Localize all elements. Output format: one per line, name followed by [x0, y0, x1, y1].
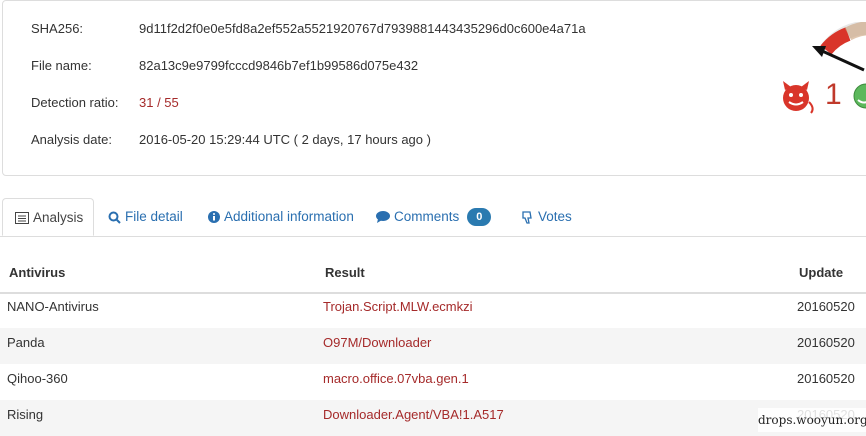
detection-result: Downloader.Agent/VBA!1.A517: [323, 407, 504, 422]
sha256-label: SHA256:: [31, 21, 84, 36]
info-icon: [208, 211, 220, 224]
antivirus-name: Qihoo-360: [7, 371, 68, 386]
antivirus-name: NANO-Antivirus: [7, 299, 99, 314]
tab-additional-information[interactable]: Additional information: [208, 198, 354, 236]
devil-face-icon: [783, 81, 814, 114]
table-row: Qihoo-360 macro.office.07vba.gen.1 20160…: [0, 364, 866, 400]
results-table-header: Antivirus Result Update: [0, 254, 866, 294]
sha256-value: 9d11f2d2f0e0e5fd8a2ef552a5521920767d7939…: [139, 21, 586, 36]
detection-result: O97M/Downloader: [323, 335, 432, 350]
tab-votes-label: Votes: [538, 209, 572, 224]
update-date: 20160520: [797, 335, 855, 350]
tab-additional-information-label: Additional information: [224, 209, 354, 224]
analysis-tabs: Analysis File detail Additional informat…: [0, 198, 866, 237]
file-summary-panel: SHA256: 9d11f2d2f0e0e5fd8a2ef552a5521920…: [2, 0, 866, 176]
header-antivirus: Antivirus: [9, 265, 66, 280]
update-date: 20160520: [797, 371, 855, 386]
filename-label: File name:: [31, 58, 92, 73]
analysis-date-value: 2016-05-20 15:29:44 UTC ( 2 days, 17 hou…: [139, 132, 431, 147]
malicious-votes-count: 1: [825, 78, 842, 111]
tab-analysis[interactable]: Analysis: [2, 198, 94, 236]
gauge-needle-arrow: [812, 46, 826, 57]
detection-ratio-value: 31 / 55: [139, 95, 179, 110]
update-date: 20160520: [797, 299, 855, 314]
tab-comments[interactable]: Comments 0: [376, 198, 492, 236]
tab-file-detail-label: File detail: [125, 209, 183, 224]
detection-ratio-label: Detection ratio:: [31, 95, 119, 110]
table-row: Rising Downloader.Agent/VBA!1.A517 20160…: [0, 400, 866, 436]
tab-file-detail[interactable]: File detail: [108, 198, 183, 236]
table-row: NANO-Antivirus Trojan.Script.MLW.ecmkzi …: [0, 292, 866, 328]
detection-result: macro.office.07vba.gen.1: [323, 371, 469, 386]
comment-icon: [376, 211, 390, 224]
tab-comments-label: Comments: [394, 209, 460, 224]
tab-analysis-label: Analysis: [33, 210, 84, 225]
comments-count-badge: 0: [467, 208, 492, 227]
thumbs-down-icon: [522, 211, 532, 224]
detection-result: Trojan.Script.MLW.ecmkzi: [323, 299, 473, 314]
magnifier-icon: [108, 211, 121, 224]
antivirus-name: Rising: [7, 407, 44, 422]
antivirus-name: Panda: [7, 335, 45, 350]
gauge-needle: [819, 48, 865, 72]
tab-votes[interactable]: Votes: [522, 198, 572, 236]
filename-value: 82a13c9e9799fcccd9846b7ef1b99586d075e432: [139, 58, 419, 73]
table-row: Panda O97M/Downloader 20160520: [0, 328, 866, 364]
header-update: Update: [799, 265, 844, 280]
table-icon: [15, 212, 29, 225]
watermark-text: drops.wooyun.org: [758, 408, 866, 432]
header-result: Result: [325, 265, 365, 280]
smiley-face-icon: [853, 83, 866, 109]
analysis-date-label: Analysis date:: [31, 132, 112, 147]
